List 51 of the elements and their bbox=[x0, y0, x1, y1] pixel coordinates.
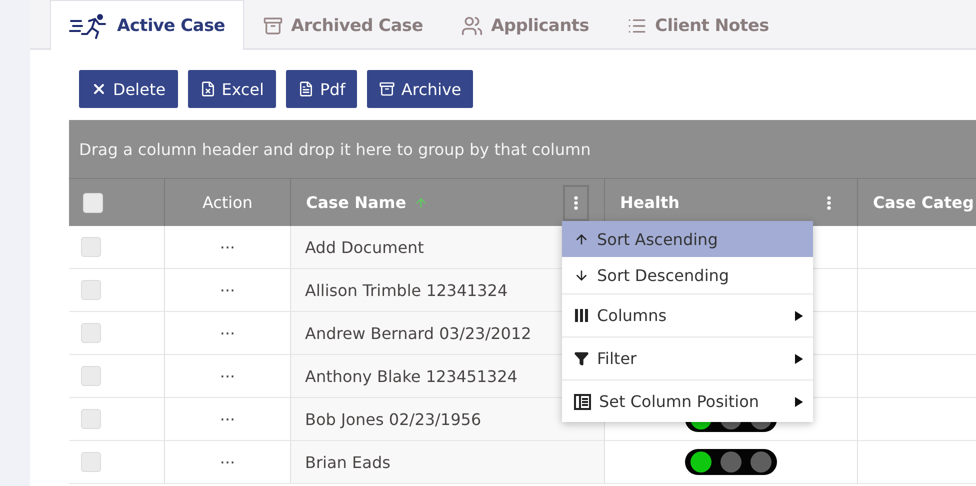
spreadsheet-file-icon bbox=[200, 81, 216, 97]
menu-item[interactable]: Filter bbox=[562, 336, 813, 379]
column-menu-button[interactable] bbox=[563, 184, 589, 220]
tab[interactable]: Active Case bbox=[50, 0, 244, 50]
column-title: Health bbox=[620, 193, 680, 212]
runner-icon bbox=[69, 12, 109, 38]
arrow-down-icon bbox=[574, 268, 589, 282]
columns-icon bbox=[574, 308, 589, 323]
document-file-icon bbox=[298, 81, 314, 97]
row-action-menu[interactable]: ··· bbox=[220, 324, 236, 342]
column-title: Action bbox=[202, 193, 253, 212]
table-cell: Bob Jones 02/23/1956 bbox=[305, 410, 482, 428]
archive-icon bbox=[263, 16, 284, 36]
menu-item[interactable]: Sort Ascending bbox=[562, 221, 813, 257]
group-panel: Drag a column header and drop it here to group by that column bbox=[69, 120, 976, 178]
menu-item[interactable]: Set Column Position bbox=[562, 379, 813, 422]
table-cell: Brian Eads bbox=[305, 452, 390, 472]
tab[interactable]: Archived Case bbox=[244, 0, 442, 50]
row-action-menu[interactable]: ··· bbox=[220, 452, 236, 472]
row-checkbox[interactable] bbox=[81, 366, 101, 386]
table-layout-icon bbox=[574, 394, 591, 410]
row-checkbox[interactable] bbox=[81, 237, 101, 257]
table-cell: Anthony Blake 123451324 bbox=[305, 366, 518, 386]
row-checkbox[interactable] bbox=[81, 452, 101, 472]
row-action-menu[interactable]: ··· bbox=[220, 238, 236, 256]
tab[interactable]: Client Notes bbox=[608, 0, 788, 50]
archive-button[interactable]: Archive bbox=[367, 70, 474, 108]
menu-item[interactable]: Sort Descending bbox=[562, 257, 813, 293]
column-title: Case Categ bbox=[873, 193, 974, 212]
filter-icon bbox=[574, 351, 589, 366]
people-icon bbox=[460, 14, 483, 36]
row-checkbox[interactable] bbox=[81, 323, 101, 343]
close-icon bbox=[91, 81, 107, 97]
row-action-menu[interactable]: ··· bbox=[220, 280, 236, 300]
row-action-menu[interactable]: ··· bbox=[220, 410, 236, 428]
row-checkbox[interactable] bbox=[81, 280, 101, 300]
table-cell: Andrew Bernard 03/23/2012 bbox=[305, 324, 532, 342]
row-action-menu[interactable]: ··· bbox=[220, 366, 236, 386]
table-cell: Add Document bbox=[305, 238, 424, 256]
delete-button[interactable]: Delete bbox=[79, 70, 178, 108]
column-title: Case Name bbox=[306, 193, 406, 212]
table-cell: Allison Trimble 12341324 bbox=[305, 280, 508, 300]
excel-button[interactable]: Excel bbox=[188, 70, 276, 108]
tab[interactable]: Applicants bbox=[442, 0, 608, 50]
archive-icon bbox=[379, 81, 396, 97]
more-vertical-icon bbox=[827, 196, 831, 210]
pdf-button[interactable]: Pdf bbox=[286, 70, 358, 108]
select-all-checkbox[interactable] bbox=[83, 192, 103, 212]
more-vertical-icon bbox=[574, 196, 578, 210]
menu-item[interactable]: Columns bbox=[562, 293, 813, 336]
row-checkbox[interactable] bbox=[81, 409, 101, 429]
